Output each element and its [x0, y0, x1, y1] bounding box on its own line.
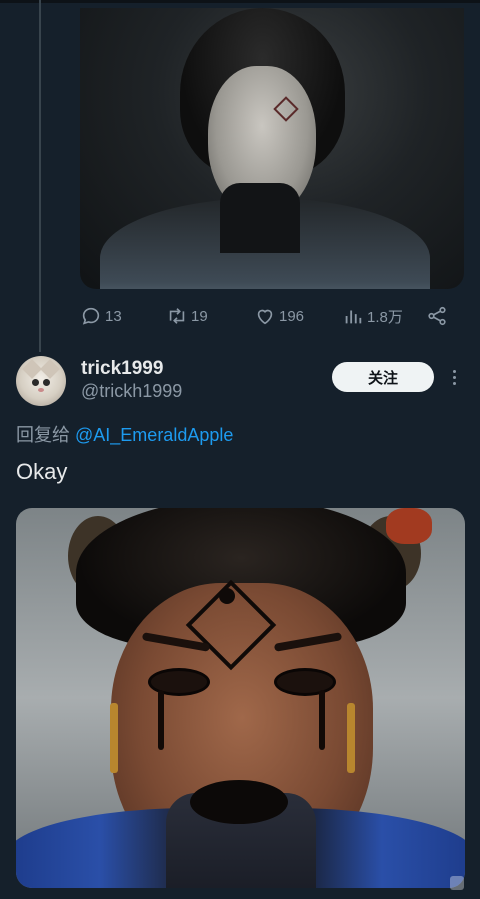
more-options-button[interactable] [446, 364, 462, 390]
tweet-image-warrior-pale[interactable] [80, 8, 464, 289]
like-count: 196 [279, 307, 305, 325]
avatar-eye-left [32, 379, 39, 386]
retweet-icon [169, 308, 185, 324]
tweet-text: Okay [16, 459, 68, 484]
views-count: 1.8万 [367, 308, 403, 326]
avatar-ear-left [22, 359, 42, 379]
more-icon [452, 369, 456, 373]
avatar[interactable] [16, 356, 66, 406]
replying-to-mention-link[interactable]: @AI_EmeraldApple [75, 425, 233, 445]
reply-count: 13 [105, 307, 122, 325]
more-icon-dot [452, 381, 456, 385]
like-button[interactable]: 196 [254, 302, 304, 330]
heart-icon [257, 309, 273, 325]
thread-connector-line [39, 0, 41, 352]
analytics-icon [345, 310, 362, 324]
image-eye-right [274, 668, 336, 696]
image-earring-right [347, 703, 355, 773]
image-forehead-jewel [219, 588, 235, 604]
avatar-eye-right [43, 379, 50, 386]
author-handle[interactable]: @trickh1999 [81, 381, 182, 402]
image-earring-left [110, 703, 118, 773]
avatar-nose [38, 388, 44, 392]
more-icon-dot [452, 375, 456, 379]
retweet-count: 19 [191, 307, 208, 325]
share-button[interactable] [426, 302, 448, 330]
image-face-paint-left [158, 690, 164, 750]
image-collar-inner [220, 183, 300, 253]
follow-button[interactable]: 关注 [332, 362, 434, 392]
replying-to-line: 回复给 @AI_EmeraldApple [16, 421, 233, 447]
tweet-action-bar: 13 19 196 1.8万 [80, 302, 464, 330]
reply-icon [82, 307, 100, 325]
avatar-ear-right [40, 359, 60, 379]
share-icon [428, 306, 446, 326]
image-face-paint-right [319, 690, 325, 750]
views-button[interactable]: 1.8万 [342, 302, 403, 330]
tweet-image-warrior-dark[interactable] [16, 508, 465, 888]
retweet-button[interactable]: 19 [166, 302, 208, 330]
image-hair-flower [386, 508, 432, 544]
image-lips [190, 780, 288, 824]
author-display-name[interactable]: trick1999 [81, 358, 163, 380]
watermark-icon [450, 876, 464, 890]
reply-button[interactable]: 13 [80, 302, 122, 330]
replying-to-prefix: 回复给 [16, 425, 70, 445]
top-edge [0, 0, 480, 3]
